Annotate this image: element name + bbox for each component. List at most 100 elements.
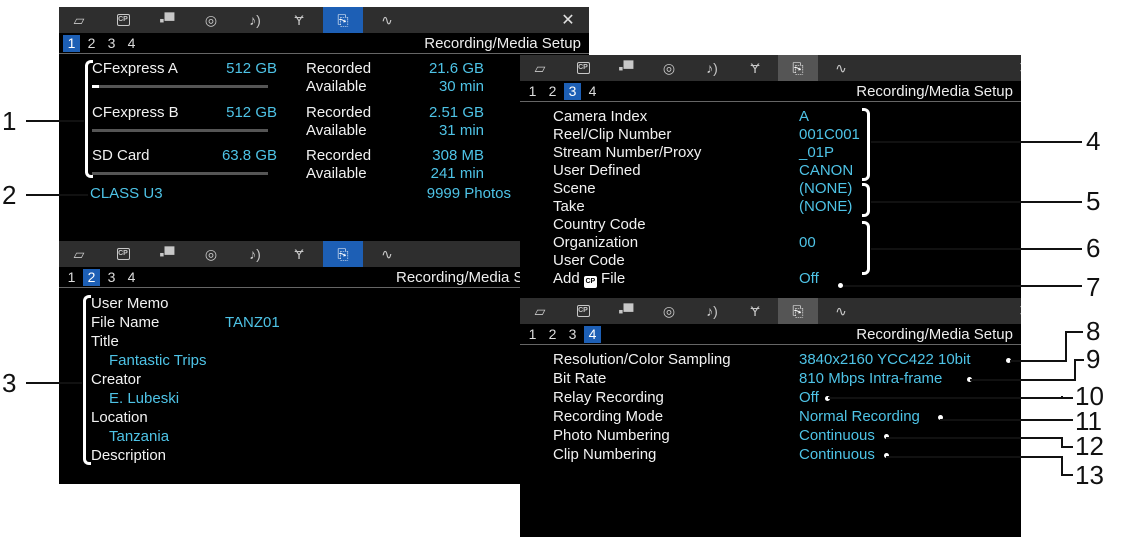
close-icon[interactable]: ✕ bbox=[1012, 298, 1021, 324]
cp-icon[interactable]: CP bbox=[563, 55, 603, 81]
page-4-tab[interactable]: 4 bbox=[123, 35, 140, 52]
scene-value[interactable]: (NONE) bbox=[799, 180, 852, 198]
page-2-tab[interactable]: 2 bbox=[83, 269, 100, 286]
waveform-icon[interactable]: ∿ bbox=[367, 7, 407, 33]
callout-line bbox=[1074, 359, 1076, 380]
page-2-tab[interactable]: 2 bbox=[83, 35, 100, 52]
take-value[interactable]: (NONE) bbox=[799, 198, 852, 216]
page-title: Recording/Media Setup bbox=[424, 35, 581, 52]
scene-label: Scene bbox=[553, 180, 596, 197]
callout-3: 3 bbox=[2, 368, 17, 398]
page-3-tab[interactable]: 3 bbox=[564, 326, 581, 343]
close-icon[interactable]: ✕ bbox=[555, 7, 581, 33]
camera-frame-icon[interactable]: ▱ bbox=[59, 241, 99, 267]
available-label: Available bbox=[306, 165, 367, 182]
relay-recording-value[interactable]: Off bbox=[799, 389, 819, 407]
country-code-label: Country Code bbox=[553, 216, 646, 233]
recording-setup-icon[interactable]: ⎘ bbox=[778, 298, 818, 324]
waveform-icon[interactable]: ∿ bbox=[367, 241, 407, 267]
wrench-icon[interactable]: Ɏ bbox=[279, 7, 319, 33]
wrench-icon[interactable]: Ɏ bbox=[279, 241, 319, 267]
audio-icon[interactable]: ♪) bbox=[235, 241, 275, 267]
video-camera-icon[interactable]: ▪▀ bbox=[606, 55, 646, 81]
cp-icon[interactable]: CP bbox=[103, 7, 143, 33]
add-cp-file-label: Add CP File bbox=[553, 270, 625, 288]
page-1-tab[interactable]: 1 bbox=[524, 83, 541, 100]
page-3-tab[interactable]: 3 bbox=[103, 269, 120, 286]
stream-number-value[interactable]: _01P bbox=[799, 144, 834, 162]
audio-icon[interactable]: ♪) bbox=[692, 55, 732, 81]
camera-frame-icon[interactable]: ▱ bbox=[59, 7, 99, 33]
recording-mode-value[interactable]: Normal Recording bbox=[799, 408, 920, 426]
recording-setup-icon[interactable]: ⎘ bbox=[778, 55, 818, 81]
waveform-icon[interactable]: ∿ bbox=[821, 55, 861, 81]
camera-frame-icon[interactable]: ▱ bbox=[520, 298, 560, 324]
location-label: Location bbox=[91, 409, 148, 426]
page-4-tab[interactable]: 4 bbox=[123, 269, 140, 286]
clip-name-bracket bbox=[862, 108, 870, 181]
waveform-icon[interactable]: ∿ bbox=[821, 298, 861, 324]
photo-numbering-value[interactable]: Continuous bbox=[799, 427, 875, 445]
media-name: SD Card bbox=[92, 147, 150, 164]
wrench-icon[interactable]: Ɏ bbox=[735, 298, 775, 324]
user-memo-bracket bbox=[83, 295, 91, 465]
recording-setup-icon[interactable]: ⎘ bbox=[323, 241, 363, 267]
menu-tab-bar: ▱ CP ▪▀ ◎ ♪) Ɏ ⎘ ∿ ✕ bbox=[520, 55, 1021, 81]
video-camera-icon[interactable]: ▪▀ bbox=[147, 241, 187, 267]
audio-icon[interactable]: ♪) bbox=[692, 298, 732, 324]
user-defined-value[interactable]: CANON bbox=[799, 162, 853, 180]
wrench-icon[interactable]: Ɏ bbox=[735, 55, 775, 81]
screen-metadata-page-2: ▱ CP ▪▀ ◎ ♪) Ɏ ⎘ ∿ 1234 Recording/Media … bbox=[59, 241, 589, 484]
page-1-tab[interactable]: 1 bbox=[63, 35, 80, 52]
callout-line bbox=[1061, 474, 1073, 476]
color-icon[interactable]: ◎ bbox=[649, 55, 689, 81]
resolution-value[interactable]: 3840x2160 YCC422 10bit bbox=[799, 351, 971, 369]
page-3-tab[interactable]: 3 bbox=[564, 83, 581, 100]
recorded-value: 21.6 GB bbox=[428, 60, 484, 77]
callout-line bbox=[871, 201, 1082, 203]
add-cp-file-value[interactable]: Off bbox=[799, 270, 819, 288]
color-icon[interactable]: ◎ bbox=[649, 298, 689, 324]
page-2-tab[interactable]: 2 bbox=[544, 326, 561, 343]
bit-rate-label: Bit Rate bbox=[553, 370, 607, 387]
available-label: Available bbox=[306, 122, 367, 139]
color-icon[interactable]: ◎ bbox=[191, 7, 231, 33]
callout-12: 12 bbox=[1075, 431, 1104, 461]
clip-numbering-value[interactable]: Continuous bbox=[799, 446, 875, 464]
page-4-tab[interactable]: 4 bbox=[584, 83, 601, 100]
page-1-tab[interactable]: 1 bbox=[524, 326, 541, 343]
close-icon[interactable]: ✕ bbox=[1012, 55, 1021, 81]
available-value: 30 min bbox=[438, 78, 484, 95]
callout-line bbox=[1065, 331, 1083, 333]
audio-icon[interactable]: ♪) bbox=[235, 7, 275, 33]
page-4-tab[interactable]: 4 bbox=[584, 326, 601, 343]
media-usage-bar bbox=[92, 85, 268, 88]
video-camera-icon[interactable]: ▪▀ bbox=[147, 7, 187, 33]
callout-line bbox=[970, 379, 1076, 381]
page-2-tab[interactable]: 2 bbox=[544, 83, 561, 100]
available-label: Available bbox=[306, 78, 367, 95]
callout-line bbox=[828, 397, 1073, 399]
relay-recording-label: Relay Recording bbox=[553, 389, 664, 406]
sd-class-label: CLASS U3 bbox=[90, 185, 163, 202]
bit-rate-value[interactable]: 810 Mbps Intra-frame bbox=[799, 370, 942, 388]
cp-icon[interactable]: CP bbox=[103, 241, 143, 267]
media-capacity: 63.8 GB bbox=[221, 147, 277, 164]
color-icon[interactable]: ◎ bbox=[191, 241, 231, 267]
page-selector: 1234 bbox=[63, 269, 143, 286]
camera-frame-icon[interactable]: ▱ bbox=[520, 55, 560, 81]
page-bar: 1234 Recording/Media Setup bbox=[59, 33, 589, 54]
page-bar: 1234 Recording/Media Setup bbox=[520, 81, 1021, 102]
video-camera-icon[interactable]: ▪▀ bbox=[606, 298, 646, 324]
page-1-tab[interactable]: 1 bbox=[63, 269, 80, 286]
page-3-tab[interactable]: 3 bbox=[103, 35, 120, 52]
callout-9: 9 bbox=[1086, 344, 1101, 374]
callout-4: 4 bbox=[1086, 126, 1101, 156]
recording-setup-icon[interactable]: ⎘ bbox=[323, 7, 363, 33]
reel-clip-number-value[interactable]: 001C001 bbox=[799, 126, 860, 144]
creator-value: E. Lubeski bbox=[109, 390, 180, 407]
title-value: Fantastic Trips bbox=[109, 352, 207, 369]
cp-icon[interactable]: CP bbox=[563, 298, 603, 324]
organization-value[interactable]: 00 bbox=[799, 234, 816, 252]
camera-index-value[interactable]: A bbox=[799, 108, 809, 126]
